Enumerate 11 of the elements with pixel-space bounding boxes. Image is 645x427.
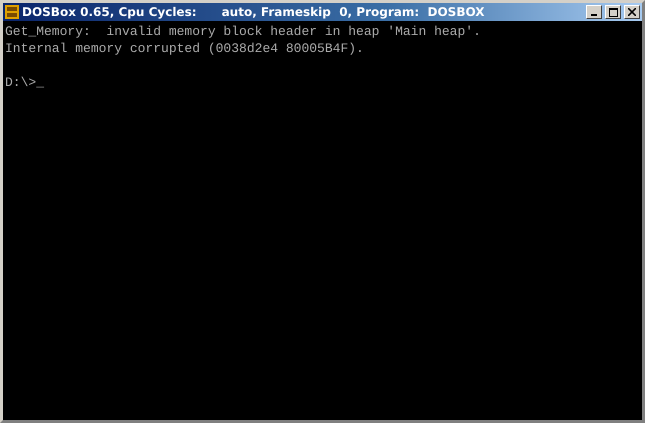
close-icon [628,8,636,16]
maximize-icon [608,8,618,16]
minimize-button[interactable] [586,5,602,19]
console-line: Internal memory corrupted (0038d2e4 80005B4F). [5,40,365,57]
maximize-button[interactable] [605,5,621,19]
console-line: Get_Memory: invalid memory block header in heap 'Main heap'. [5,23,482,40]
window-title: DOSBox 0.65, Cpu Cycles: auto, Frameskip 0, Program: DOSBOX [22,5,486,19]
command-prompt: D:\> [5,74,36,91]
close-button[interactable] [624,5,640,19]
text-cursor: _ [36,74,44,91]
dosbox-logo-icon [5,5,19,19]
